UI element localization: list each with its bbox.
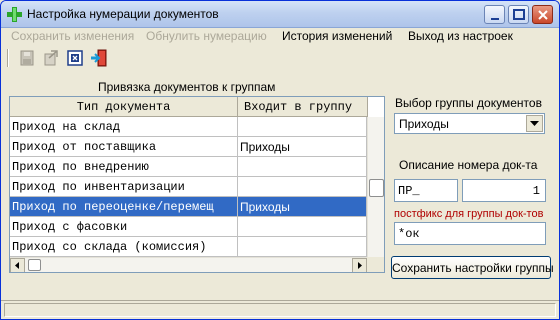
postfix-label: постфикс для группы док-тов: [394, 208, 544, 220]
cell-doc-type[interactable]: Приход по переоценке/перемещ: [10, 197, 238, 217]
table-row[interactable]: Приход от поставщика Приходы: [10, 137, 367, 157]
cell-doc-type[interactable]: Приход на склад: [10, 117, 238, 137]
cell-group[interactable]: Приходы: [238, 197, 367, 217]
cell-doc-type[interactable]: Приход по инвентаризации: [10, 177, 238, 197]
group-select-combo[interactable]: Приходы: [394, 113, 545, 134]
groups-panel-title: Привязка документов к группам: [98, 80, 276, 94]
table-row[interactable]: Приход по переоценке/перемещ Приходы: [10, 197, 367, 217]
prefix-input[interactable]: ПР_: [394, 179, 458, 202]
cell-group[interactable]: [238, 217, 367, 237]
scroll-corner: [367, 257, 384, 272]
history-icon[interactable]: [65, 48, 85, 68]
menu-bar: Сохранить изменения Обнулить нумерацию И…: [1, 28, 559, 46]
title-bar[interactable]: Настройка нумерации документов: [1, 1, 559, 28]
status-bar: [1, 300, 559, 319]
cell-doc-type[interactable]: Приход с фасовки: [10, 217, 238, 237]
toolbar-separator: [7, 49, 9, 67]
cell-group[interactable]: Приходы: [238, 137, 367, 157]
app-plus-icon: [7, 7, 22, 22]
cell-group[interactable]: [238, 117, 367, 137]
menu-reset-numbering[interactable]: Обнулить нумерацию: [146, 29, 267, 43]
grid-header: Тип документа Входит в группу: [10, 97, 380, 117]
cell-doc-type[interactable]: Приход от поставщика: [10, 137, 238, 157]
postfix-input[interactable]: *ок: [394, 222, 546, 245]
close-button[interactable]: [532, 5, 553, 24]
table-row[interactable]: Приход по внедрению: [10, 157, 367, 177]
exit-icon[interactable]: [89, 48, 109, 68]
counter-input[interactable]: 1: [462, 179, 546, 202]
combo-dropdown-button[interactable]: [526, 115, 543, 132]
minimize-button[interactable]: [484, 5, 505, 24]
grid-horizontal-scrollbar[interactable]: [10, 257, 367, 272]
scroll-right-button[interactable]: [352, 258, 367, 272]
table-row[interactable]: Приход на склад: [10, 117, 367, 137]
grid-vertical-scrollbar[interactable]: [367, 117, 384, 257]
cell-group[interactable]: [238, 157, 367, 177]
menu-exit-settings[interactable]: Выход из настроек: [408, 29, 513, 43]
cell-doc-type[interactable]: Приход по внедрению: [10, 157, 238, 177]
number-description-label: Описание номера док-та: [399, 158, 538, 172]
column-header-group[interactable]: Входит в группу: [238, 97, 368, 117]
arrow-right-icon: [358, 262, 362, 269]
chevron-down-icon: [530, 121, 539, 126]
menu-history[interactable]: История изменений: [282, 29, 392, 43]
status-panel: [4, 303, 556, 317]
group-select-label: Выбор группы документов: [395, 96, 542, 110]
vertical-scroll-thumb[interactable]: [369, 179, 384, 197]
cell-doc-type[interactable]: Приход со склада (комиссия): [10, 237, 238, 257]
horizontal-scroll-thumb[interactable]: [28, 259, 41, 271]
close-icon: [538, 10, 548, 20]
table-row[interactable]: Приход со склада (комиссия): [10, 237, 367, 257]
group-select-value: Приходы: [399, 117, 449, 131]
window-title: Настройка нумерации документов: [27, 7, 219, 21]
table-row[interactable]: Приход по инвентаризации: [10, 177, 367, 197]
arrow-left-icon: [15, 262, 19, 269]
menu-save-changes[interactable]: Сохранить изменения: [11, 29, 134, 43]
toolbar: [1, 46, 559, 70]
scroll-left-button[interactable]: [10, 258, 25, 272]
reset-icon[interactable]: [41, 48, 61, 68]
save-group-settings-button[interactable]: Сохранить настройки группы: [391, 256, 554, 279]
table-row[interactable]: Приход с фасовки: [10, 217, 367, 237]
document-types-grid: Тип документа Входит в группу Приход на …: [9, 96, 385, 273]
column-header-doc-type[interactable]: Тип документа: [10, 97, 238, 117]
grid-body: Приход на склад Приход от поставщика Прихо…: [10, 117, 367, 257]
cell-group[interactable]: [238, 177, 367, 197]
maximize-icon: [513, 9, 525, 20]
save-icon[interactable]: [17, 48, 37, 68]
minimize-icon: [491, 18, 499, 20]
maximize-button[interactable]: [508, 5, 529, 24]
cell-group[interactable]: [238, 237, 367, 257]
main-window: Настройка нумерации документов Сохранить…: [0, 0, 560, 320]
